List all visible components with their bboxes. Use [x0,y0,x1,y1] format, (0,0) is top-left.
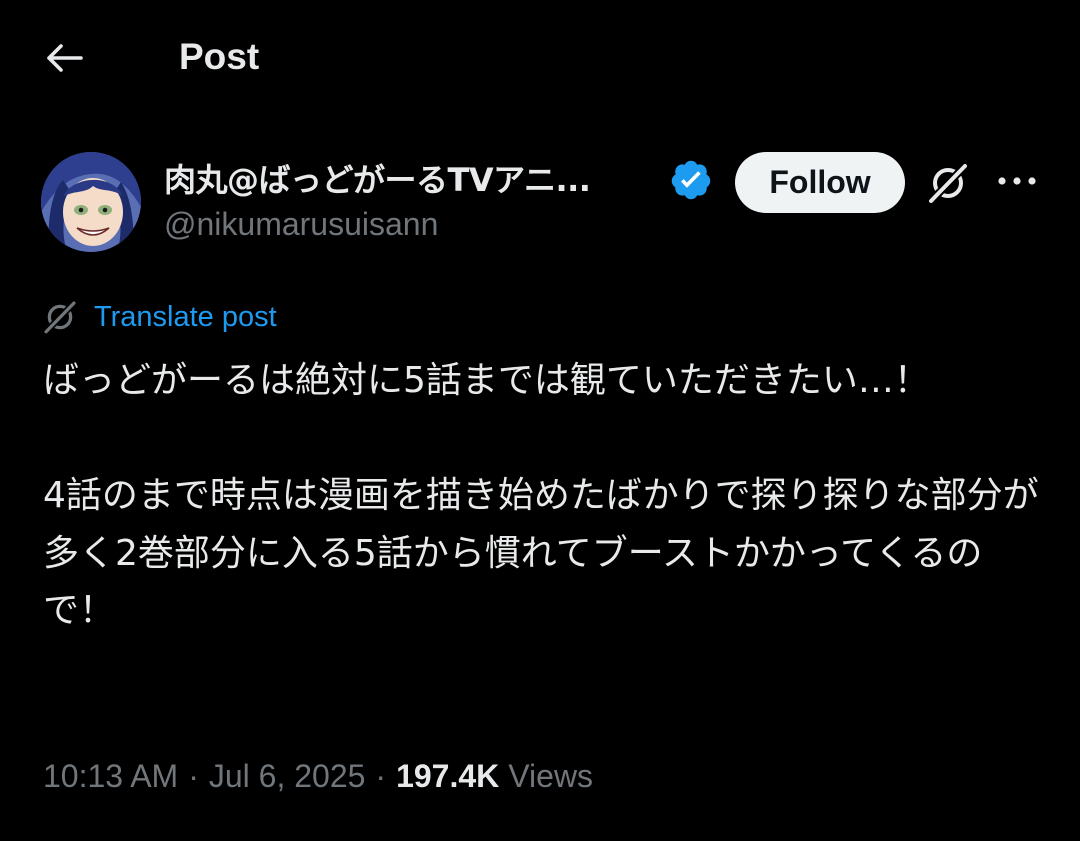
more-horizontal-icon [998,177,1036,185]
translate-post-button[interactable]: Translate post [42,296,277,338]
back-button[interactable] [40,36,88,80]
avatar[interactable] [41,152,141,252]
author-display-name[interactable]: 肉丸@ばっどがーるTVアニ... [164,155,591,201]
grok-icon [927,162,969,205]
more-button[interactable] [992,158,1042,204]
verified-badge-icon[interactable] [669,158,713,202]
views-label: Views [508,757,594,794]
arrow-left-icon [47,44,83,72]
meta-separator: · [375,757,387,794]
page-title: Post [179,36,260,77]
author-handle[interactable]: @nikumarusuisann [164,206,438,243]
views-count[interactable]: 197.4K [396,758,499,795]
follow-button[interactable]: Follow [735,152,905,213]
author-name-row: 肉丸@ばっどがーるTVアニ... [164,152,591,204]
post-time[interactable]: 10:13 AM [43,758,178,795]
post-meta: 10:13 AM · Jul 6, 2025 · 197.4K Views [43,754,593,798]
meta-separator: · [188,757,199,794]
grok-icon [42,299,78,335]
translate-post-link[interactable]: Translate post [94,301,277,334]
grok-button[interactable] [922,158,974,208]
post-text: ばっどがーるは絶対に5話までは観ていただきたい…！ 4話のまで時点は漫画を描き始… [43,360,1039,631]
post-date[interactable]: Jul 6, 2025 [209,758,366,795]
